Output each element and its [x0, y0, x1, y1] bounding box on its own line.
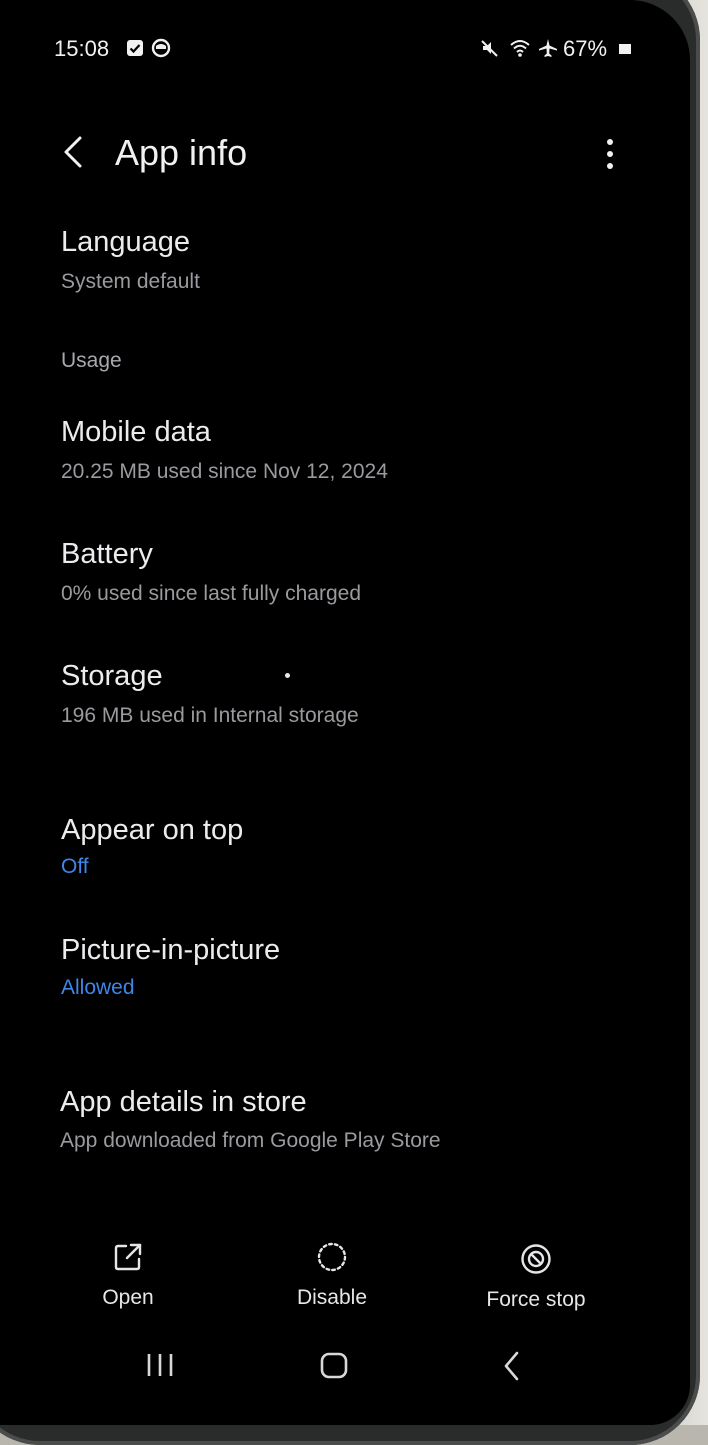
airplane-icon — [539, 39, 557, 57]
setting-battery[interactable]: Battery 0% used since last fully charged — [0, 538, 690, 618]
setting-title: Battery — [61, 538, 153, 570]
force-stop-button[interactable]: Force stop — [456, 1240, 616, 1320]
stray-dot — [285, 673, 290, 678]
checkbox-notification-icon — [127, 40, 143, 56]
phone-screen: 15:08 67% App info Language System defau… — [0, 0, 690, 1425]
more-options-button[interactable] — [590, 132, 630, 176]
setting-appear-on-top[interactable]: Appear on top Off — [0, 814, 690, 886]
more-vert-icon — [607, 139, 613, 169]
status-bar: 15:08 67% — [0, 30, 690, 66]
open-button[interactable]: Open — [48, 1240, 208, 1320]
nav-home-button[interactable] — [314, 1348, 354, 1384]
setting-title: Mobile data — [61, 416, 211, 448]
open-external-icon — [114, 1243, 142, 1271]
nav-back-button[interactable] — [492, 1348, 532, 1384]
home-icon — [320, 1352, 348, 1379]
force-stop-label: Force stop — [486, 1288, 586, 1311]
setting-status-value: Off — [61, 855, 89, 878]
section-header-usage: Usage — [61, 349, 122, 372]
setting-title: Picture-in-picture — [61, 934, 281, 966]
force-stop-icon — [521, 1244, 551, 1274]
mute-icon — [481, 40, 498, 57]
setting-picture-in-picture[interactable]: Picture-in-picture Allowed — [0, 934, 690, 1006]
back-button[interactable] — [54, 132, 94, 176]
setting-subtitle: System default — [61, 270, 200, 293]
recents-icon — [147, 1354, 173, 1376]
setting-subtitle: App downloaded from Google Play Store — [60, 1129, 441, 1152]
setting-subtitle: 196 MB used in Internal storage — [61, 704, 359, 727]
setting-app-details-in-store[interactable]: App details in store App downloaded from… — [0, 1086, 690, 1166]
setting-status-value: Allowed — [61, 976, 135, 999]
page-title: App info — [115, 132, 248, 173]
status-time: 15:08 — [54, 36, 110, 61]
app-bar: App info — [0, 118, 690, 190]
setting-subtitle: 0% used since last fully charged — [61, 582, 361, 605]
setting-title: Appear on top — [61, 814, 244, 846]
battery-icon — [619, 44, 631, 54]
disable-label: Disable — [296, 1286, 368, 1309]
nav-recents-button[interactable] — [140, 1348, 180, 1384]
setting-title: Storage — [61, 660, 163, 692]
wifi-icon — [510, 40, 530, 57]
disable-dotted-circle-icon — [317, 1242, 347, 1272]
setting-subtitle: 20.25 MB used since Nov 12, 2024 — [61, 460, 388, 483]
battery-percent: 67% — [563, 36, 608, 61]
setting-storage[interactable]: Storage 196 MB used in Internal storage — [0, 660, 690, 740]
circle-notification-icon — [151, 38, 171, 58]
disable-button[interactable]: Disable — [252, 1240, 412, 1320]
back-icon — [504, 1351, 519, 1381]
setting-title: Language — [61, 226, 191, 258]
setting-language[interactable]: Language System default — [0, 226, 690, 306]
setting-title: App details in store — [60, 1086, 307, 1118]
open-label: Open — [102, 1286, 154, 1309]
setting-mobile-data[interactable]: Mobile data 20.25 MB used since Nov 12, … — [0, 416, 690, 496]
back-chevron-icon — [64, 136, 82, 168]
